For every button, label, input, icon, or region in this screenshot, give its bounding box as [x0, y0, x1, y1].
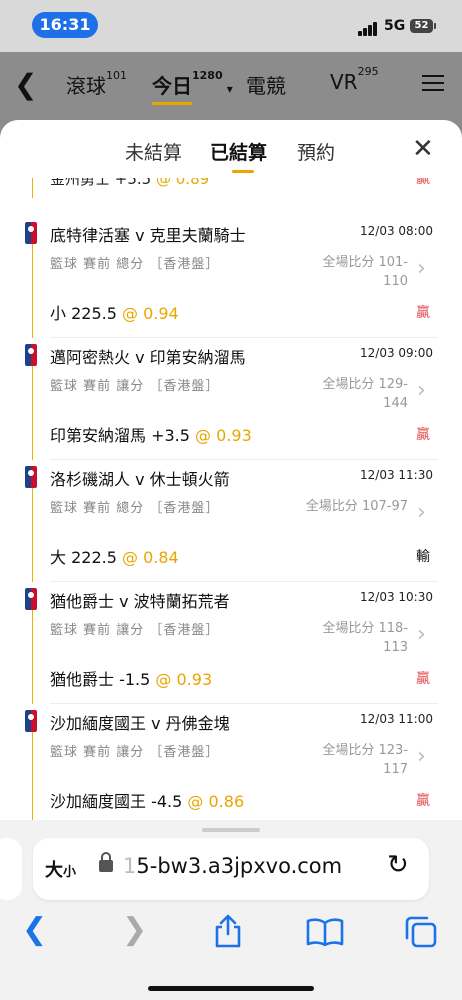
tab-underline [152, 102, 192, 105]
bet-meta: 籃球 賽前 讓分 ［香港盤］ [50, 623, 220, 638]
timeline-line [32, 244, 33, 338]
match-name: 邁阿密熱火 v 印第安納溜馬 [50, 348, 246, 367]
bet-result: 輸 [416, 549, 430, 565]
match-datetime: 12/03 10:30 [360, 590, 433, 604]
tab-today[interactable]: 今日1280 ▾ [152, 69, 233, 105]
lock-icon [99, 852, 113, 872]
forward-icon[interactable]: ❯ [122, 912, 147, 947]
bet-pick: 猶他爵士 -1.5 @ 0.93 [50, 670, 213, 689]
nba-logo-icon [25, 588, 37, 610]
list-item[interactable]: 底特律活塞 v 克里夫蘭騎士 12/03 08:00 籃球 賽前 總分 ［香港盤… [0, 216, 462, 338]
bet-result: 贏 [416, 427, 430, 443]
bet-meta: 籃球 賽前 讓分 ［香港盤］ [50, 379, 220, 394]
timeline-line [32, 178, 33, 198]
match-datetime: 12/03 11:00 [360, 712, 433, 726]
tab-underline [232, 170, 254, 173]
chevron-right-icon[interactable]: › [417, 256, 426, 281]
bet-pick: 印第安納溜馬 +3.5 @ 0.93 [50, 426, 252, 445]
tab-vr[interactable]: VR295 [330, 65, 379, 94]
bet-meta: 籃球 賽前 讓分 ［香港盤］ [50, 745, 220, 760]
final-score: 全場比分 101-110 [322, 255, 408, 289]
tab-settled[interactable]: 已結算 [210, 138, 267, 173]
list-item[interactable]: 猶他爵士 v 波特蘭拓荒者 12/03 10:30 籃球 賽前 讓分 ［香港盤］… [0, 582, 462, 704]
reload-icon[interactable]: ↻ [387, 850, 409, 880]
bet-pick: 大 222.5 @ 0.84 [50, 548, 179, 567]
final-score: 全場比分 107-97 [305, 499, 408, 514]
bet-meta: 籃球 賽前 總分 ［香港盤］ [50, 501, 220, 516]
tab-live[interactable]: 滾球101 [66, 69, 127, 99]
close-icon[interactable]: ✕ [412, 134, 434, 164]
final-score: 全場比分 118-113 [322, 621, 408, 655]
bet-history-sheet: 未結算 已結算 預約 ✕ 金州勇士 +5.5 @ 0.89 贏 底特律活塞 v … [0, 120, 462, 820]
bookmarks-icon[interactable] [306, 918, 344, 954]
nba-logo-icon [25, 222, 37, 244]
tab-reserved[interactable]: 預約 [297, 138, 335, 165]
network-label: 5G [384, 18, 406, 34]
chevron-right-icon[interactable]: › [417, 622, 426, 647]
battery-icon: 52 [410, 19, 436, 33]
tabs-icon[interactable] [404, 916, 438, 956]
bet-pick: 沙加緬度國王 -4.5 @ 0.86 [50, 792, 245, 811]
timeline-line [32, 732, 33, 820]
address-bar[interactable]: 大小 15-bw3.a3jpxvo.com ↻ [33, 838, 429, 900]
sheet-tabs: 未結算 已結算 預約 ✕ [0, 120, 462, 178]
match-name: 猶他爵士 v 波特蘭拓荒者 [50, 592, 230, 611]
nba-logo-icon [25, 344, 37, 366]
final-score: 全場比分 129-144 [322, 377, 408, 411]
tab-unsettled[interactable]: 未結算 [125, 138, 182, 165]
app-header: ❮ 滾球101 今日1280 ▾ 電競 VR295 [0, 52, 462, 120]
list-item[interactable]: 金州勇士 +5.5 @ 0.89 贏 [0, 178, 462, 198]
match-datetime: 12/03 08:00 [360, 224, 433, 238]
chevron-right-icon[interactable]: › [417, 378, 426, 403]
match-datetime: 12/03 09:00 [360, 346, 433, 360]
text-size-button[interactable]: 大小 [45, 856, 76, 882]
list-item[interactable]: 沙加緬度國王 v 丹佛金塊 12/03 11:00 籃球 賽前 讓分 ［香港盤］… [0, 704, 462, 820]
bet-result: 贏 [416, 305, 430, 321]
bet-result: 贏 [416, 793, 430, 809]
bet-list[interactable]: 金州勇士 +5.5 @ 0.89 贏 底特律活塞 v 克里夫蘭騎士 12/03 … [0, 178, 462, 820]
final-score: 全場比分 123-117 [322, 743, 408, 777]
match-name: 底特律活塞 v 克里夫蘭騎士 [50, 226, 246, 245]
chevron-right-icon[interactable]: › [417, 500, 426, 525]
match-datetime: 12/03 11:30 [360, 468, 433, 482]
timeline-line [32, 488, 33, 582]
back-icon[interactable]: ❮ [22, 912, 47, 947]
clock: 16:31 [32, 12, 98, 38]
nba-logo-icon [25, 710, 37, 732]
timeline-line [32, 366, 33, 460]
url-text[interactable]: 15-bw3.a3jpxvo.com [123, 854, 342, 878]
tab-esports[interactable]: 電競 [246, 70, 286, 99]
match-name: 沙加緬度國王 v 丹佛金塊 [50, 714, 230, 733]
browser-bottom-bar: 大小 15-bw3.a3jpxvo.com ↻ ❮ ❯ [0, 820, 462, 1000]
match-name: 洛杉磯湖人 v 休士頓火箭 [50, 470, 230, 489]
chevron-right-icon[interactable]: › [417, 744, 426, 769]
signal-icon [358, 22, 380, 36]
back-arrow-icon[interactable]: ❮ [14, 68, 37, 101]
list-item[interactable]: 洛杉磯湖人 v 休士頓火箭 12/03 11:30 籃球 賽前 總分 ［香港盤］… [0, 460, 462, 582]
previous-tab-card[interactable] [0, 838, 22, 900]
bet-result: 贏 [416, 671, 430, 687]
bet-meta: 籃球 賽前 總分 ［香港盤］ [50, 257, 220, 272]
drag-handle[interactable] [202, 828, 260, 832]
list-item[interactable]: 邁阿密熱火 v 印第安納溜馬 12/03 09:00 籃球 賽前 讓分 ［香港盤… [0, 338, 462, 460]
nba-logo-icon [25, 466, 37, 488]
bet-pick: 小 225.5 @ 0.94 [50, 304, 179, 323]
filter-menu-icon[interactable] [422, 72, 444, 94]
status-bar: 16:31 5G 52 [0, 0, 462, 52]
home-indicator [148, 986, 314, 991]
share-icon[interactable] [212, 914, 244, 956]
timeline-line [32, 610, 33, 704]
